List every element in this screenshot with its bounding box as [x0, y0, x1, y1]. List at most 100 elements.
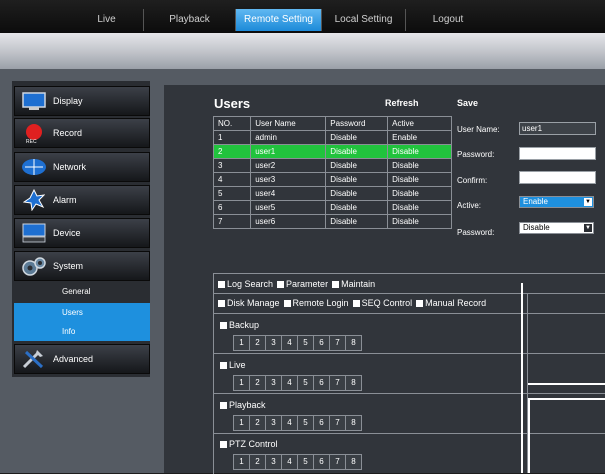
- checkbox-backup[interactable]: [220, 321, 227, 329]
- checkbox-label: Parameter: [286, 279, 329, 289]
- table-cell: Disable: [325, 130, 389, 145]
- channel-button[interactable]: 4: [282, 336, 298, 350]
- channel-button[interactable]: 5: [298, 376, 314, 390]
- channel-button[interactable]: 2: [250, 416, 266, 430]
- checkbox-log-search[interactable]: [218, 280, 225, 288]
- checkbox-playback[interactable]: [220, 401, 227, 409]
- channel-button[interactable]: 7: [330, 416, 346, 430]
- permission-row: Log Search Parameter Maintain: [218, 279, 379, 289]
- channel-button[interactable]: 8: [346, 416, 361, 430]
- users-table: NO. User Name Password Active 1 admin Disable E…: [212, 116, 452, 229]
- checkbox-seq-control[interactable]: [352, 299, 360, 307]
- active-label: Active:: [457, 201, 482, 210]
- channel-button[interactable]: 7: [330, 455, 346, 469]
- advanced-icon: [19, 348, 49, 370]
- channel-button[interactable]: 3: [266, 376, 282, 390]
- sidebar-subitem-general[interactable]: General: [14, 284, 150, 300]
- group-label: Playback: [229, 400, 266, 410]
- channel-button[interactable]: 4: [282, 416, 298, 430]
- checkbox-manual-record[interactable]: [416, 299, 424, 307]
- table-cell: Disable: [325, 186, 389, 201]
- column-header: NO.: [212, 116, 252, 131]
- channel-button[interactable]: 1: [234, 376, 250, 390]
- sidebar-subitem-users[interactable]: Users: [14, 303, 150, 322]
- channel-button[interactable]: 6: [314, 416, 330, 430]
- sidebar-subitem-info[interactable]: Info: [14, 322, 150, 341]
- active-select[interactable]: Enable ▼: [519, 196, 594, 208]
- group-label: Live: [229, 360, 246, 370]
- table-cell: 2: [212, 144, 252, 159]
- checkbox-disk-manage[interactable]: [218, 299, 225, 307]
- table-cell: Disable: [387, 200, 452, 215]
- table-row[interactable]: 2 user1 Disable Disable: [212, 144, 452, 159]
- checkbox-label: Log Search: [227, 279, 274, 289]
- table-header-row: NO. User Name Password Active: [212, 116, 452, 131]
- device-icon: [19, 222, 49, 244]
- frame-line: [528, 383, 605, 385]
- column-header: User Name: [250, 116, 327, 131]
- permission-group-playback: Playback: [220, 400, 270, 410]
- nav-tab-logout[interactable]: Logout: [405, 9, 490, 31]
- table-row[interactable]: 3 user2 Disable Disable: [212, 158, 452, 173]
- table-row[interactable]: 6 user5 Disable Disable: [212, 200, 452, 215]
- channel-button[interactable]: 8: [346, 336, 361, 350]
- channel-button[interactable]: 6: [314, 455, 330, 469]
- confirm-input[interactable]: [519, 171, 596, 184]
- channel-button[interactable]: 5: [298, 336, 314, 350]
- channel-button[interactable]: 1: [234, 416, 250, 430]
- sidebar-item-record[interactable]: REC Record: [14, 118, 150, 148]
- channel-button[interactable]: 4: [282, 376, 298, 390]
- channel-button[interactable]: 8: [346, 376, 361, 390]
- nav-tab-playback[interactable]: Playback: [143, 9, 235, 31]
- channel-button[interactable]: 2: [250, 336, 266, 350]
- channel-button[interactable]: 2: [250, 455, 266, 469]
- table-row[interactable]: 7 user6 Disable Disable: [212, 214, 452, 229]
- channel-button[interactable]: 5: [298, 455, 314, 469]
- channel-button[interactable]: 7: [330, 336, 346, 350]
- checkbox-ptz-control[interactable]: [220, 440, 227, 448]
- channel-button[interactable]: 1: [234, 336, 250, 350]
- table-row[interactable]: 1 admin Disable Enable: [212, 130, 452, 145]
- channel-button[interactable]: 3: [266, 455, 282, 469]
- checkbox-maintain[interactable]: [332, 280, 340, 288]
- permission-group-ptz-control: PTZ Control: [220, 439, 282, 449]
- table-row[interactable]: 4 user3 Disable Disable: [212, 172, 452, 187]
- sidebar-item-alarm[interactable]: Alarm: [14, 185, 150, 215]
- channel-button[interactable]: 6: [314, 376, 330, 390]
- nav-tab-remote-setting[interactable]: Remote Setting: [235, 9, 321, 31]
- password-enable-label: Password:: [457, 228, 495, 237]
- sidebar-item-display[interactable]: Display: [14, 86, 150, 116]
- group-label: Backup: [229, 320, 260, 330]
- channel-button[interactable]: 7: [330, 376, 346, 390]
- nav-tab-local-setting[interactable]: Local Setting: [321, 9, 405, 31]
- checkbox-live[interactable]: [220, 361, 227, 369]
- channel-button[interactable]: 8: [346, 455, 361, 469]
- refresh-button[interactable]: Refresh: [385, 98, 419, 108]
- sidebar-item-advanced[interactable]: Advanced: [14, 344, 150, 374]
- channel-button[interactable]: 4: [282, 455, 298, 469]
- channel-button[interactable]: 3: [266, 416, 282, 430]
- table-row[interactable]: 5 user4 Disable Disable: [212, 186, 452, 201]
- password-label: Password:: [457, 150, 495, 159]
- permission-row: Disk Manage Remote Login SEQ Control Manual…: [218, 298, 490, 308]
- channel-button[interactable]: 1: [234, 455, 250, 469]
- user-name-label: User Name:: [457, 125, 500, 134]
- nav-tab-live[interactable]: Live: [70, 9, 143, 31]
- password-input[interactable]: [519, 147, 596, 160]
- checkbox-label: Manual Record: [425, 298, 487, 308]
- checkbox-remote-login[interactable]: [283, 299, 291, 307]
- channel-button[interactable]: 5: [298, 416, 314, 430]
- save-button[interactable]: Save: [457, 98, 478, 108]
- checkbox-parameter[interactable]: [277, 280, 285, 288]
- table-cell: 6: [212, 200, 252, 215]
- table-cell: user2: [250, 158, 327, 173]
- password-select[interactable]: Disable ▼: [519, 222, 594, 234]
- user-name-input[interactable]: [519, 122, 596, 135]
- sidebar-item-system[interactable]: System: [14, 251, 150, 281]
- table-cell: Disable: [325, 144, 389, 159]
- sidebar-item-device[interactable]: Device: [14, 218, 150, 248]
- channel-button[interactable]: 2: [250, 376, 266, 390]
- channel-button[interactable]: 3: [266, 336, 282, 350]
- channel-button[interactable]: 6: [314, 336, 330, 350]
- sidebar-item-network[interactable]: Network: [14, 152, 150, 182]
